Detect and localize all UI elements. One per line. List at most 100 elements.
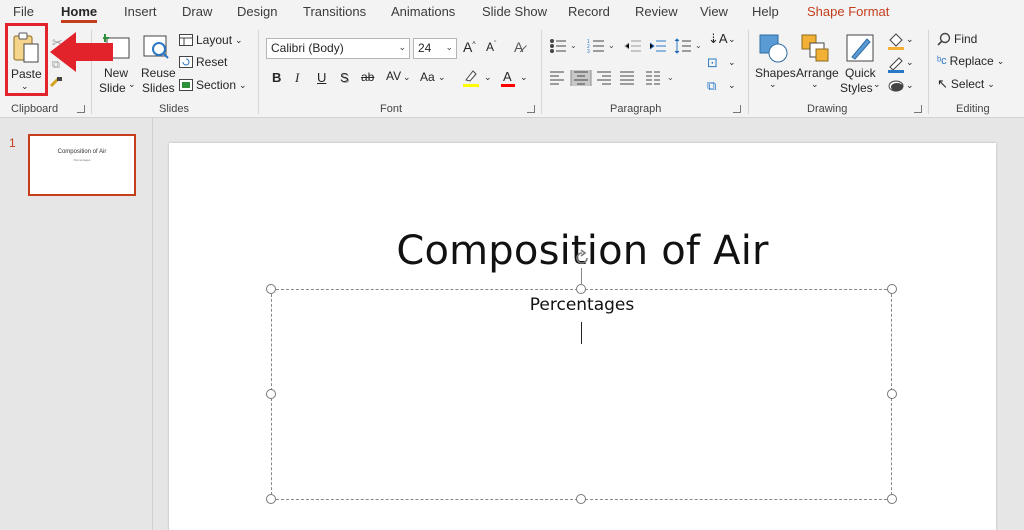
new-slide-label-2[interactable]: Slide [99, 81, 126, 95]
resize-handle-top-left[interactable] [266, 284, 276, 294]
quick-styles-label-2[interactable]: Styles [840, 81, 873, 95]
replace-icon: ᵇc [937, 55, 947, 67]
svg-text:⌄: ⌄ [570, 41, 577, 50]
select-button[interactable]: ↖ Select ⌄ [937, 76, 995, 92]
section-dropdown-icon: ⌄ [239, 79, 247, 90]
shape-effects-icon[interactable] [887, 78, 905, 94]
smartart-icon[interactable]: ⧉ [707, 79, 716, 92]
shape-fill-icon[interactable] [887, 32, 905, 50]
paragraph-row-1: ⌄ 123 ⌄ ⌄ [550, 38, 702, 54]
quick-styles-dropdown-icon[interactable]: ⌄ [873, 80, 881, 89]
tab-file[interactable]: File [13, 4, 34, 19]
find-button[interactable]: Find [937, 32, 977, 46]
justify-icon [620, 71, 634, 85]
replace-dropdown-icon: ⌄ [996, 55, 1005, 66]
resize-handle-bottom-left[interactable] [266, 494, 276, 504]
quick-styles-label-1[interactable]: Quick [845, 66, 876, 80]
red-arrow-icon [50, 32, 113, 72]
quick-styles-icon[interactable] [845, 33, 875, 63]
increase-font-icon[interactable]: A^ [463, 40, 476, 54]
shape-outline-dropdown-icon[interactable]: ⌄ [906, 58, 914, 67]
highlight-dropdown-icon[interactable]: ⌄ [484, 73, 492, 82]
font-name-value: Calibri (Body) [271, 41, 344, 55]
reset-button[interactable]: Reset [179, 55, 227, 69]
drawing-launcher-icon[interactable] [914, 105, 922, 113]
tab-design[interactable]: Design [237, 4, 277, 19]
paragraph-launcher-icon[interactable] [733, 105, 741, 113]
underline-button[interactable]: U [317, 71, 326, 84]
shape-effects-dropdown-icon[interactable]: ⌄ [906, 81, 914, 90]
tab-home[interactable]: Home [61, 4, 98, 23]
tab-animations[interactable]: Animations [391, 4, 455, 19]
layout-button[interactable]: Layout ⌄ [179, 33, 243, 47]
tab-help[interactable]: Help [752, 4, 779, 19]
text-direction-icon[interactable]: ⇣A [708, 32, 728, 45]
reuse-label-1[interactable]: Reuse [141, 66, 176, 80]
slide-thumbnail[interactable]: Composition of Air Percentages [28, 134, 136, 196]
highlight-color-icon[interactable] [462, 68, 480, 88]
rotate-handle-line [581, 268, 582, 284]
slide-subtitle[interactable]: Percentages [272, 295, 892, 315]
change-case-dropdown-icon[interactable]: ⌄ [438, 73, 446, 82]
align-text-icon[interactable]: ⊡ [707, 56, 718, 69]
arrange-label[interactable]: Arrange [796, 66, 839, 80]
tab-slide-show[interactable]: Slide Show [482, 4, 547, 19]
paragraph-row-2: ⌄ [550, 70, 674, 86]
shapes-icon[interactable] [758, 33, 788, 63]
strikethrough-button[interactable]: ab [361, 71, 374, 83]
italic-button[interactable]: I [295, 71, 299, 84]
tab-draw[interactable]: Draw [182, 4, 212, 19]
font-color-dropdown-icon[interactable]: ⌄ [520, 73, 528, 82]
new-slide-dropdown-icon[interactable]: ⌄ [128, 80, 136, 89]
tab-insert[interactable]: Insert [124, 4, 157, 19]
font-name-dropdown-icon: ⌄ [398, 42, 406, 52]
shadow-button[interactable]: S [340, 71, 349, 84]
resize-handle-top-right[interactable] [887, 284, 897, 294]
resize-handle-top[interactable] [576, 284, 586, 294]
tab-review[interactable]: Review [635, 4, 678, 19]
change-case-button[interactable]: Aa [420, 71, 435, 83]
arrange-icon[interactable] [800, 33, 830, 63]
align-text-dropdown-icon[interactable]: ⌄ [728, 58, 736, 67]
rotate-handle-icon[interactable] [572, 248, 592, 268]
smartart-dropdown-icon[interactable]: ⌄ [728, 81, 736, 90]
tab-shape-format[interactable]: Shape Format [807, 4, 889, 19]
font-size-combo[interactable]: 24 ⌄ [413, 38, 457, 59]
shape-outline-icon[interactable] [887, 55, 905, 73]
align-right-icon [597, 71, 611, 85]
numbering-icon: 123 [587, 39, 604, 54]
columns-icon [646, 71, 660, 85]
arrange-dropdown-icon[interactable]: ⌄ [811, 80, 819, 89]
tab-transitions[interactable]: Transitions [303, 4, 366, 19]
layout-dropdown-icon: ⌄ [235, 34, 243, 45]
section-label: Section [196, 78, 237, 92]
section-button[interactable]: Section ⌄ [179, 78, 247, 92]
bold-button[interactable]: B [272, 71, 281, 84]
clear-formatting-icon[interactable]: A̷ [514, 40, 523, 54]
paragraph-group-label: Paragraph [610, 103, 662, 115]
tab-record[interactable]: Record [568, 4, 610, 19]
subtitle-selection-box[interactable] [271, 289, 892, 500]
font-launcher-icon[interactable] [527, 105, 535, 113]
font-color-icon[interactable]: A [500, 68, 516, 88]
character-spacing-button[interactable]: AV [386, 70, 401, 82]
clipboard-launcher-icon[interactable] [77, 105, 85, 113]
resize-handle-right[interactable] [887, 389, 897, 399]
resize-handle-left[interactable] [266, 389, 276, 399]
shapes-dropdown-icon[interactable]: ⌄ [769, 80, 777, 89]
svg-text:⌄: ⌄ [695, 41, 702, 50]
reuse-slides-icon[interactable] [142, 34, 170, 60]
resize-handle-bottom[interactable] [576, 494, 586, 504]
text-direction-dropdown-icon[interactable]: ⌄ [728, 35, 736, 44]
font-name-combo[interactable]: Calibri (Body) ⌄ [266, 38, 410, 59]
format-painter-icon[interactable] [48, 76, 64, 90]
shapes-label[interactable]: Shapes [755, 66, 796, 80]
decrease-font-icon[interactable]: Aˇ [486, 41, 496, 53]
character-spacing-dropdown-icon[interactable]: ⌄ [403, 73, 411, 82]
shape-fill-dropdown-icon[interactable]: ⌄ [906, 35, 914, 44]
reuse-label-2[interactable]: Slides [142, 81, 175, 95]
replace-button[interactable]: ᵇc Replace ⌄ [937, 54, 1004, 68]
tab-view[interactable]: View [700, 4, 728, 19]
resize-handle-bottom-right[interactable] [887, 494, 897, 504]
thumbnail-subtitle: Percentages [73, 158, 91, 162]
